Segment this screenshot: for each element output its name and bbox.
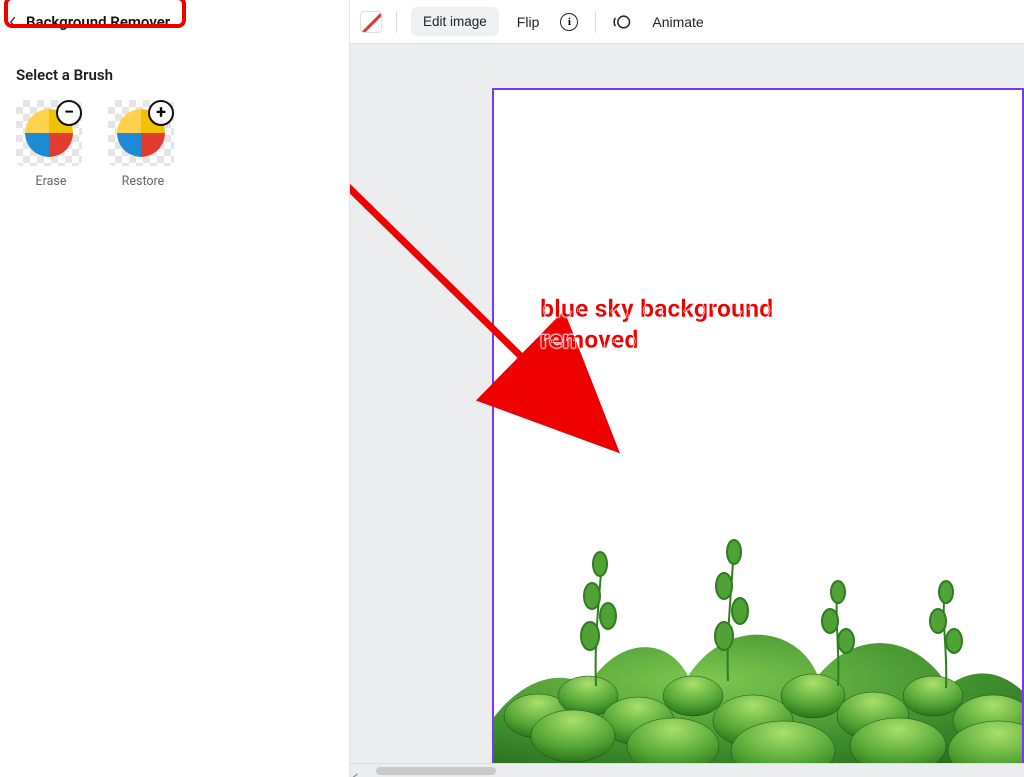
info-icon: i xyxy=(560,13,578,31)
horizontal-scrollbar[interactable] xyxy=(350,763,1024,777)
sidebar-title: Background Remover xyxy=(20,9,176,35)
minus-icon: − xyxy=(56,100,82,126)
scrollbar-thumb[interactable] xyxy=(376,767,496,775)
brush-erase-thumb: − xyxy=(16,100,82,166)
foreground-plants xyxy=(494,436,1022,776)
chevron-left-icon[interactable] xyxy=(6,15,20,29)
brush-restore-thumb: + xyxy=(108,100,174,166)
sidebar: Background Remover Select a Brush − Eras… xyxy=(0,0,350,777)
app-root: Background Remover Select a Brush − Eras… xyxy=(0,0,1024,777)
animate-icon xyxy=(612,12,632,32)
brush-row: − Erase + Restore xyxy=(16,100,333,189)
brush-erase[interactable]: − Erase xyxy=(16,100,86,189)
canvas-area[interactable]: blue sky background removed xyxy=(350,44,1024,777)
animate-button[interactable]: Animate xyxy=(648,8,707,36)
toolbar-divider xyxy=(396,11,397,33)
sidebar-body: Select a Brush − Erase + Restore xyxy=(0,44,349,211)
plus-icon: + xyxy=(148,100,174,126)
brush-erase-label: Erase xyxy=(16,174,86,189)
brush-restore-label: Restore xyxy=(108,174,178,189)
top-toolbar: Edit image Flip i Animate xyxy=(350,0,1024,44)
image-canvas[interactable] xyxy=(492,88,1024,777)
animate-icon-button[interactable] xyxy=(610,10,634,34)
edit-image-button[interactable]: Edit image xyxy=(411,7,499,36)
brush-restore[interactable]: + Restore xyxy=(108,100,178,189)
no-color-swatch[interactable] xyxy=(360,11,382,33)
sidebar-header: Background Remover xyxy=(0,0,349,44)
toolbar-divider xyxy=(595,11,596,33)
brush-section-label: Select a Brush xyxy=(16,66,333,84)
info-button[interactable]: i xyxy=(557,10,581,34)
main-area: Edit image Flip i Animate xyxy=(350,0,1024,777)
flip-button[interactable]: Flip xyxy=(513,8,544,36)
scroll-left-icon[interactable] xyxy=(352,766,362,776)
